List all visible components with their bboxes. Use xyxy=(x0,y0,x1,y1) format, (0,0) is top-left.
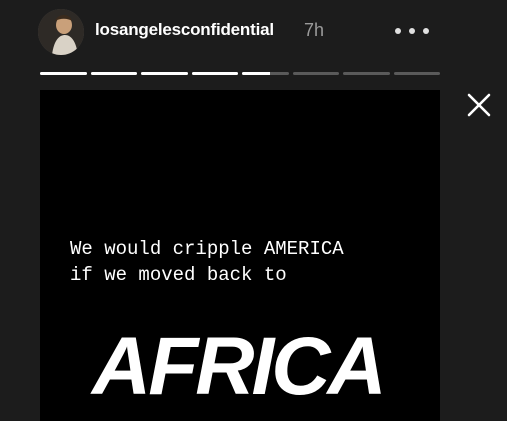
progress-segment-fill xyxy=(40,72,87,75)
progress-segment xyxy=(292,72,339,75)
avatar[interactable] xyxy=(38,9,84,55)
progress-segment xyxy=(191,72,238,75)
progress-segment-fill xyxy=(242,72,270,75)
progress-segment-fill xyxy=(191,72,238,75)
username[interactable]: losangelesconfidential xyxy=(95,20,274,40)
progress-segment xyxy=(343,72,390,75)
story-content[interactable]: We would cripple AMERICA if we moved bac… xyxy=(40,90,440,421)
profile-photo-icon xyxy=(38,9,84,55)
progress-segment xyxy=(242,72,289,75)
story-header: losangelesconfidential 7h xyxy=(0,0,507,70)
progress-segment xyxy=(141,72,188,75)
more-options-button[interactable] xyxy=(395,24,429,38)
post-time: 7h xyxy=(304,20,325,40)
close-icon xyxy=(467,93,491,117)
dot-icon xyxy=(395,28,401,34)
progress-segment-fill xyxy=(90,72,137,75)
progress-segment xyxy=(40,72,87,75)
dot-icon xyxy=(409,28,415,34)
progress-segment xyxy=(90,72,137,75)
close-button[interactable] xyxy=(466,92,492,118)
story-headline: AFRICA xyxy=(92,321,387,412)
progress-segment-fill xyxy=(141,72,188,75)
dot-icon xyxy=(423,28,429,34)
story-progress-bar xyxy=(40,72,440,76)
progress-segment xyxy=(393,72,440,75)
story-text: We would cripple AMERICA if we moved bac… xyxy=(70,238,344,286)
